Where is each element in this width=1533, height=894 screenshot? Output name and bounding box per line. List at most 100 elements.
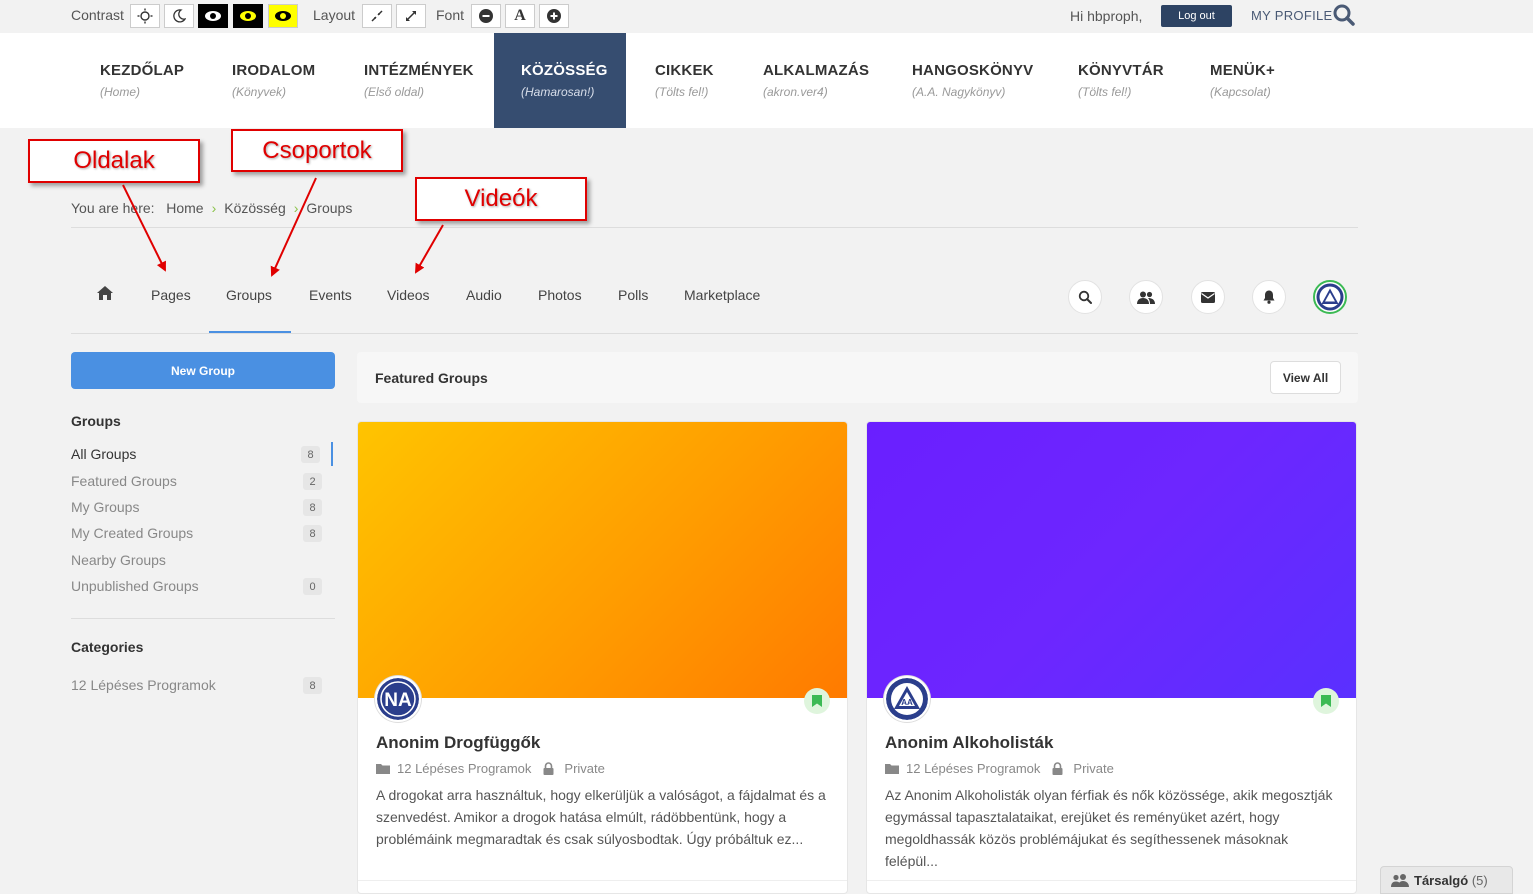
sidebar-item-my-created-groups[interactable]: My Created Groups 8 xyxy=(71,521,333,545)
sidebar-item-my-groups[interactable]: My Groups 8 xyxy=(71,495,333,519)
nav-item-literature[interactable]: IRODALOM (Könyvek) xyxy=(232,33,315,128)
tab-videos[interactable]: Videos xyxy=(387,287,430,303)
users-icon xyxy=(1137,291,1155,304)
nav-item-subtitle: (Tölts fel!) xyxy=(1078,85,1132,99)
group-avatar[interactable]: AA xyxy=(884,676,930,722)
sidebar-item-nearby-groups[interactable]: Nearby Groups xyxy=(71,548,333,572)
category-item[interactable]: 12 Lépéses Programok 8 xyxy=(71,673,333,697)
breadcrumb-home[interactable]: Home xyxy=(166,200,203,216)
contrast-high-button[interactable] xyxy=(198,4,228,28)
nav-item-home[interactable]: KEZDŐLAP (Home) xyxy=(100,33,184,128)
divider xyxy=(71,618,335,619)
nav-item-institutions[interactable]: INTÉZMÉNYEK (Első oldal) xyxy=(364,33,474,128)
nav-item-library[interactable]: KÖNYVTÁR (Tölts fel!) xyxy=(1078,33,1164,128)
group-cover[interactable] xyxy=(358,422,847,698)
breadcrumb-prefix: You are here: xyxy=(71,200,155,216)
breadcrumb-separator-icon: › xyxy=(293,200,299,216)
nav-item-subtitle: (Kapcsolat) xyxy=(1210,85,1271,99)
layout-compress-button[interactable] xyxy=(362,4,392,28)
group-description: A drogokat arra használtuk, hogy elkerül… xyxy=(376,787,826,847)
nav-item-title: KÖZÖSSÉG xyxy=(521,62,608,79)
font-reset-button[interactable]: A xyxy=(505,4,535,28)
nav-item-subtitle: (Home) xyxy=(100,85,141,99)
tab-groups[interactable]: Groups xyxy=(226,287,272,303)
nav-item-subtitle: (Tölts fel!) xyxy=(655,85,709,99)
user-avatar-button[interactable] xyxy=(1313,280,1347,314)
nav-item-title: IRODALOM xyxy=(232,62,316,79)
sidebar-item-featured-groups[interactable]: Featured Groups 2 xyxy=(71,469,333,493)
contrast-dark-button[interactable] xyxy=(164,4,194,28)
folder-icon xyxy=(376,764,390,774)
tab-marketplace[interactable]: Marketplace xyxy=(684,287,760,303)
search-icon xyxy=(1333,4,1355,26)
group-avatar[interactable]: NA xyxy=(375,676,421,722)
group-category[interactable]: 12 Lépéses Programok xyxy=(397,761,531,776)
count-badge: 0 xyxy=(303,578,322,595)
nav-item-title: ALKALMAZÁS xyxy=(763,62,870,79)
annotation-pages: Oldalak xyxy=(28,139,200,183)
contrast-label: Contrast xyxy=(71,7,124,23)
folder-icon xyxy=(885,764,899,774)
nav-item-subtitle: (Első oldal) xyxy=(364,85,425,99)
font-decrease-button[interactable] xyxy=(471,4,501,28)
messages-button[interactable] xyxy=(1191,280,1225,314)
layout-expand-button[interactable] xyxy=(396,4,426,28)
sidebar-item-label: All Groups xyxy=(71,446,137,462)
nav-item-subtitle: (A.A. Nagykönyv) xyxy=(912,85,1006,99)
notifications-button[interactable] xyxy=(1252,280,1286,314)
font-increase-button[interactable] xyxy=(539,4,569,28)
group-title[interactable]: Anonim Drogfüggők xyxy=(376,733,540,753)
nav-item-menus[interactable]: MENÜK+ (Kapcsolat) xyxy=(1210,33,1275,128)
tab-polls[interactable]: Polls xyxy=(618,287,648,303)
sidebar-item-label: My Created Groups xyxy=(71,525,194,541)
community-home-button[interactable] xyxy=(97,286,113,303)
eye-icon xyxy=(275,11,291,21)
search-button[interactable] xyxy=(1332,3,1356,30)
expand-icon xyxy=(405,10,417,22)
envelope-icon xyxy=(1201,291,1215,303)
group-title[interactable]: Anonim Alkoholisták xyxy=(885,733,1053,753)
tab-audio[interactable]: Audio xyxy=(466,287,502,303)
sun-icon xyxy=(137,8,153,24)
font-label: Font xyxy=(436,7,465,23)
chat-tab[interactable]: Társalgó (5) xyxy=(1380,866,1513,894)
tab-photos[interactable]: Photos xyxy=(538,287,582,303)
nav-item-articles[interactable]: CIKKEK (Tölts fel!) xyxy=(655,33,714,128)
nav-item-application[interactable]: ALKALMAZÁS (akron.ver4) xyxy=(763,33,869,128)
featured-badge xyxy=(804,688,830,714)
eye-icon xyxy=(205,11,221,21)
sidebar-item-unpublished-groups[interactable]: Unpublished Groups 0 xyxy=(71,574,333,598)
group-privacy: Private xyxy=(564,761,605,776)
users-icon xyxy=(1391,873,1409,887)
logout-button[interactable]: Log out xyxy=(1161,5,1232,27)
card-footer-divider xyxy=(867,880,1356,881)
nav-item-title: KÖNYVTÁR xyxy=(1078,62,1164,79)
count-badge: 8 xyxy=(301,446,320,463)
home-icon xyxy=(97,286,113,300)
new-group-button[interactable]: New Group xyxy=(71,352,335,389)
contrast-black-on-yellow-button[interactable] xyxy=(268,4,298,28)
view-all-button[interactable]: View All xyxy=(1270,361,1341,394)
my-profile-link[interactable]: MY PROFILE xyxy=(1251,8,1333,23)
nav-item-audiobook[interactable]: HANGOSKÖNYV (A.A. Nagykönyv) xyxy=(912,33,1033,128)
chat-count: (5) xyxy=(1471,872,1488,888)
divider xyxy=(71,227,1358,228)
featured-groups-title: Featured Groups xyxy=(375,370,488,386)
tab-events[interactable]: Events xyxy=(309,287,352,303)
sidebar-item-all-groups[interactable]: All Groups 8 xyxy=(71,442,333,466)
contrast-yellow-on-black-button[interactable] xyxy=(233,4,263,28)
chat-label: Társalgó xyxy=(1414,872,1469,888)
group-cover[interactable] xyxy=(867,422,1356,698)
contrast-light-button[interactable] xyxy=(130,4,160,28)
sidebar-item-label: My Groups xyxy=(71,499,140,515)
group-category[interactable]: 12 Lépéses Programok xyxy=(906,761,1040,776)
group-description: Az Anonim Alkoholisták olyan férfiak és … xyxy=(885,787,1333,869)
nav-item-community[interactable]: KÖZÖSSÉG (Hamarosan!) xyxy=(494,33,626,128)
friends-button[interactable] xyxy=(1129,280,1163,314)
community-search-button[interactable] xyxy=(1068,280,1102,314)
group-card[interactable]: NA Anonim Drogfüggők 12 Lépéses Programo… xyxy=(357,421,848,894)
accessibility-bar: Contrast Layout Font A Hi hbproph, Log o… xyxy=(0,0,1533,33)
breadcrumb-community[interactable]: Közösség xyxy=(224,200,285,216)
group-card[interactable]: AA Anonim Alkoholisták 12 Lépéses Progra… xyxy=(866,421,1357,894)
tab-pages[interactable]: Pages xyxy=(151,287,191,303)
